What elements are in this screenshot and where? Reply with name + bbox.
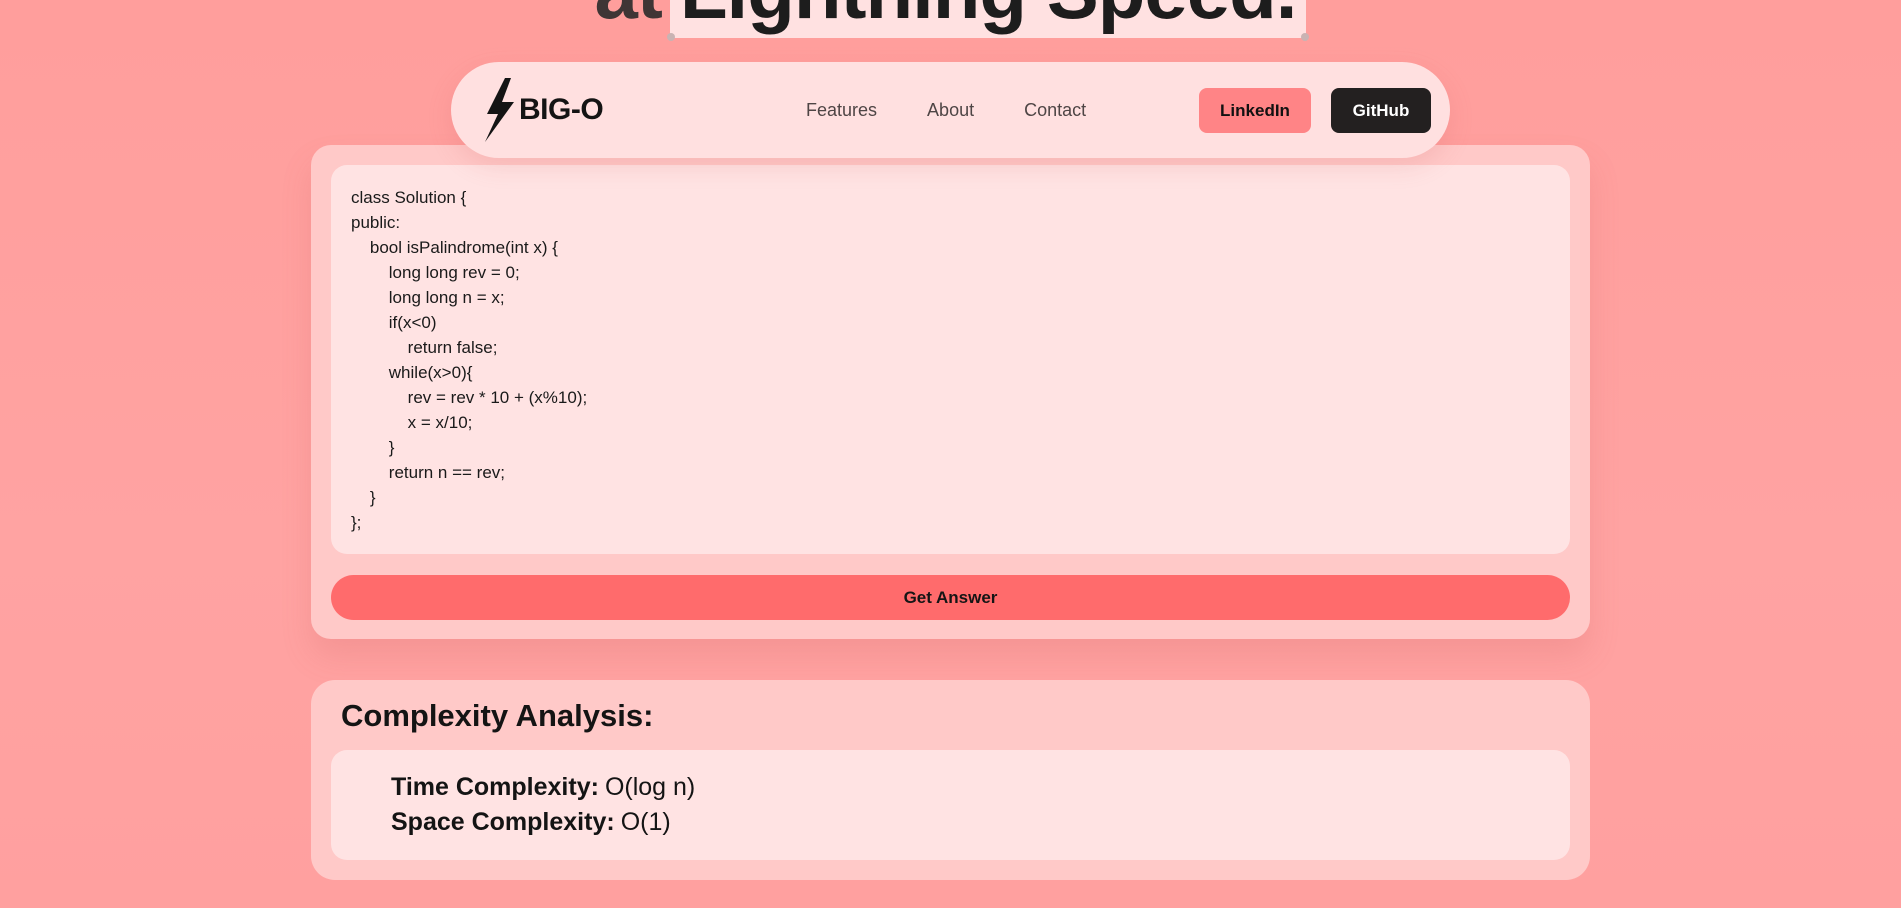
hero-heading-prefix: at <box>595 0 663 35</box>
nav-link-about[interactable]: About <box>927 100 974 121</box>
selection-handle-right[interactable] <box>1301 33 1310 41</box>
space-complexity-row: Space Complexity: O(1) <box>391 805 1570 840</box>
space-complexity-label: Space Complexity: <box>391 808 615 836</box>
complexity-analysis-title: Complexity Analysis: <box>341 698 654 733</box>
space-complexity-value: O(1) <box>620 808 671 836</box>
time-complexity-row: Time Complexity: O(log n) <box>391 770 1570 805</box>
get-answer-button[interactable]: Get Answer <box>331 575 1570 620</box>
time-complexity-label: Time Complexity: <box>391 773 599 801</box>
logo[interactable]: BIG-O <box>481 78 604 142</box>
linkedin-button[interactable]: LinkedIn <box>1199 88 1311 133</box>
selection-handle-left[interactable] <box>666 33 675 41</box>
code-editor[interactable]: class Solution { public: bool isPalindro… <box>331 165 1570 554</box>
code-editor-content[interactable]: class Solution { public: bool isPalindro… <box>351 185 1550 535</box>
nav-link-contact[interactable]: Contact <box>1024 100 1086 121</box>
complexity-results: Time Complexity: O(log n) Space Complexit… <box>331 750 1570 860</box>
lightning-bolt-icon <box>485 78 514 142</box>
hero-heading-highlight-text: Lightning Speed. <box>680 0 1298 35</box>
nav-link-features[interactable]: Features <box>806 100 877 121</box>
time-complexity-value: O(log n) <box>604 773 696 801</box>
code-input-panel: class Solution { public: bool isPalindro… <box>311 145 1590 639</box>
hero-heading-highlight: Lightning Speed. <box>666 0 1310 41</box>
nav-links: Features About Contact <box>806 62 1086 158</box>
hero-heading: at Lightning Speed. <box>0 0 1901 41</box>
navbar: BIG-O Features About Contact LinkedIn Gi… <box>451 62 1450 158</box>
logo-text: BIG-O <box>519 93 604 126</box>
complexity-analysis-panel: Complexity Analysis: Time Complexity: O(l… <box>311 680 1590 880</box>
github-button[interactable]: GitHub <box>1331 88 1431 133</box>
